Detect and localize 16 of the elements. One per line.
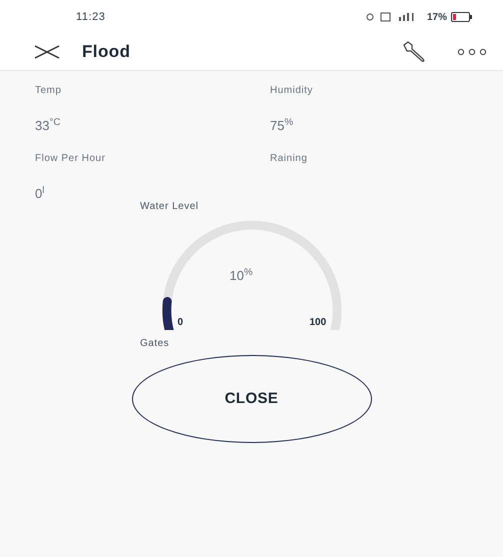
reading-label: Flow Per Hour xyxy=(35,152,106,166)
page-title: Flood xyxy=(82,41,130,64)
gauge-min: 0 xyxy=(178,316,184,330)
reading-value: 0$^{l}$ xyxy=(35,184,44,203)
reading-value: 75$^{%}$ xyxy=(270,116,294,135)
status-time: 11:23 xyxy=(76,10,106,25)
reading-label: Humidity xyxy=(270,84,314,98)
reading-label: Temp xyxy=(35,84,62,98)
reading-value: 33$^{°C}$ xyxy=(35,116,60,135)
gauge-label: Water Level xyxy=(140,200,198,214)
reading-label: Raining xyxy=(270,152,308,166)
gauge-max: 100 xyxy=(310,316,326,330)
gates-label: Gates xyxy=(140,337,170,351)
gauge-value: 10$^{%}$ xyxy=(230,266,253,285)
battery-percent: 17% xyxy=(426,10,447,24)
close-gate-button[interactable]: CLOSE xyxy=(132,355,372,443)
